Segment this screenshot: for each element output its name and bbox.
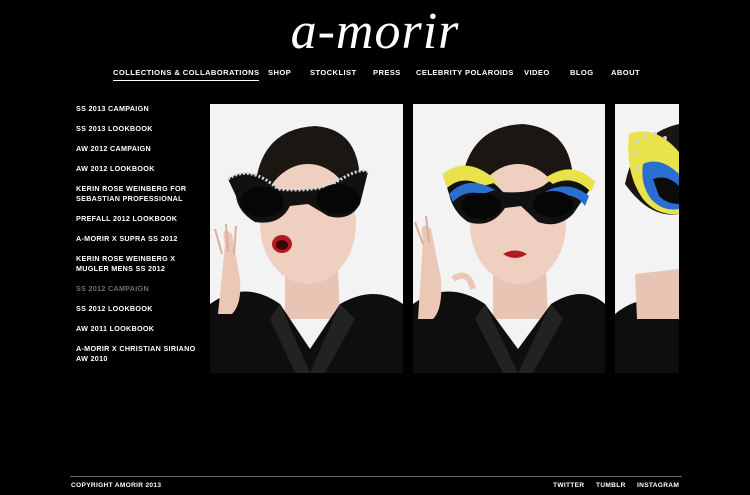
nav-celebrity-polaroids[interactable]: CELEBRITY POLAROIDS <box>416 68 514 77</box>
nav-video[interactable]: VIDEO <box>524 68 550 77</box>
sunglasses-photo-image <box>615 104 679 373</box>
nav-blog[interactable]: BLOG <box>570 68 594 77</box>
nav-collections[interactable]: COLLECTIONS & COLLABORATIONS <box>113 68 260 81</box>
footer-copyright: COPYRIGHT AMORIR 2013 <box>71 482 162 489</box>
sidebar-item-aw2012-lookbook[interactable]: AW 2012 LOOKBOOK <box>76 164 196 174</box>
sidebar-item-siriano[interactable]: A-MORIR X CHRISTIAN SIRIANO AW 2010 <box>76 344 196 364</box>
footer-link-twitter[interactable]: TWITTER <box>553 482 584 489</box>
footer-link-instagram[interactable]: INSTAGRAM <box>637 482 679 489</box>
footer-link-tumblr[interactable]: TUMBLR <box>596 482 626 489</box>
sidebar-item-ss2012-campaign[interactable]: SS 2012 CAMPAIGN <box>76 284 196 294</box>
sidebar-item-supra[interactable]: A-MORIR X SUPRA SS 2012 <box>76 234 196 244</box>
sidebar-item-aw2012-campaign[interactable]: AW 2012 CAMPAIGN <box>76 144 196 154</box>
top-nav: COLLECTIONS & COLLABORATIONS SHOP STOCKL… <box>0 68 750 82</box>
model-photo-image <box>413 104 605 373</box>
sidebar-item-ss2013-campaign[interactable]: SS 2013 CAMPAIGN <box>76 104 196 114</box>
nav-shop[interactable]: SHOP <box>268 68 291 77</box>
sidebar-item-aw2011-lookbook[interactable]: AW 2011 LOOKBOOK <box>76 324 196 334</box>
nav-about[interactable]: ABOUT <box>611 68 640 77</box>
sidebar-item-ss2013-lookbook[interactable]: SS 2013 LOOKBOOK <box>76 124 196 134</box>
sidebar-item-sebastian[interactable]: KERIN ROSE WEINBERG FOR SEBASTIAN PROFES… <box>76 184 196 204</box>
nav-stocklist[interactable]: STOCKLIST <box>310 68 357 77</box>
gallery-photo-2[interactable] <box>413 104 605 373</box>
model-photo-image <box>210 104 403 373</box>
sidebar-item-mugler[interactable]: KERIN ROSE WEINBERG X MUGLER MENS SS 201… <box>76 254 196 274</box>
sidebar-item-prefall2012[interactable]: PREFALL 2012 LOOKBOOK <box>76 214 196 224</box>
sidebar-item-ss2012-lookbook[interactable]: SS 2012 LOOKBOOK <box>76 304 196 314</box>
collections-sidebar: SS 2013 CAMPAIGN SS 2013 LOOKBOOK AW 201… <box>76 104 196 364</box>
gallery-photo-3[interactable] <box>615 104 679 373</box>
footer-divider <box>70 476 682 477</box>
site-logo[interactable]: a-morir <box>0 4 750 60</box>
nav-press[interactable]: PRESS <box>373 68 401 77</box>
gallery-photo-1[interactable] <box>210 104 403 373</box>
